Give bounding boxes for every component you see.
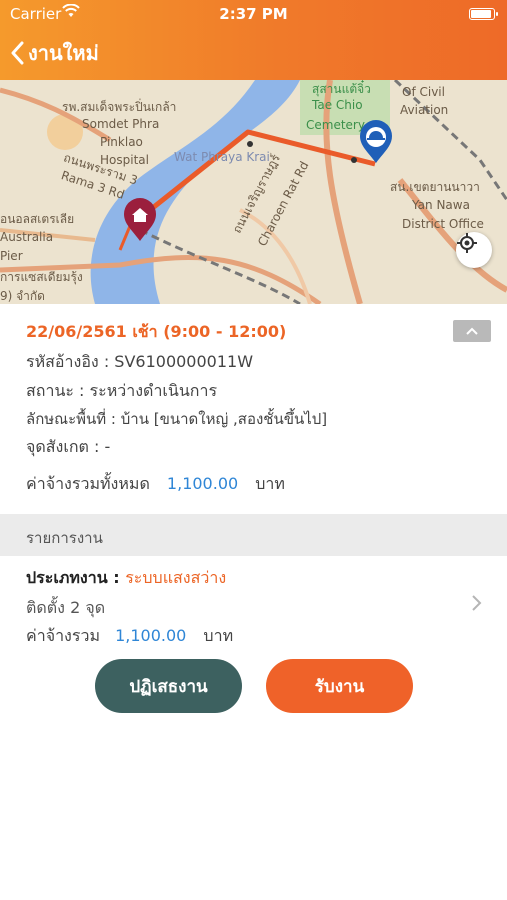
area-label: ลักษณะพื้นที่ :	[26, 410, 121, 428]
total-row: ค่าจ้างรวมทั้งหมด 1,100.00 บาท	[26, 472, 285, 497]
job-date: 22/06/2561 เช้า (9:00 - 12:00)	[26, 322, 287, 341]
chevron-up-icon	[466, 327, 478, 335]
ref-value: SV6100000011W	[114, 352, 254, 371]
job-type-value: ระบบแสงสว่าง	[125, 568, 227, 587]
list-item[interactable]: ประเภทงาน : ระบบแสงสว่าง ติดตั้ง 2 จุด ค…	[0, 556, 507, 650]
status-label: สถานะ :	[26, 381, 90, 400]
area-value: บ้าน [ขนาดใหญ่ ,สองชั้นขึ้นไป]	[120, 410, 328, 428]
map-label: Tae Chio	[312, 98, 363, 112]
area-row: ลักษณะพื้นที่ : บ้าน [ขนาดใหญ่ ,สองชั้นข…	[26, 407, 327, 431]
job-install: ติดตั้ง 2 จุด	[26, 598, 106, 617]
battery-icon	[469, 8, 498, 20]
map-label: Cemetery	[306, 118, 365, 132]
reject-button[interactable]: ปฏิเสธงาน	[95, 659, 242, 713]
map-label: Pier	[0, 249, 23, 263]
accept-button[interactable]: รับงาน	[266, 659, 413, 713]
back-button[interactable]: งานใหม่	[10, 36, 99, 70]
section-title: รายการงาน	[26, 529, 103, 547]
map-label: Wat Phraya Krai	[174, 150, 270, 164]
total-label: ค่าจ้างรวมทั้งหมด	[26, 474, 150, 493]
job-fee-row: ค่าจ้างรวม 1,100.00 บาท	[26, 624, 233, 649]
total-currency: บาท	[255, 474, 285, 493]
collapse-button[interactable]	[453, 320, 491, 342]
job-type-label: ประเภทงาน :	[26, 568, 126, 587]
map-label: Yan Nawa	[412, 198, 470, 212]
job-fee-value: 1,100.00	[115, 626, 187, 645]
job-type: ประเภทงาน : ระบบแสงสว่าง	[26, 566, 226, 591]
map-label: Somdet Phra	[82, 117, 160, 131]
ref-row: รหัสอ้างอิง : SV6100000011W	[26, 350, 253, 375]
map-label: 9) จำกัด	[0, 289, 45, 303]
map-label: รพ.สมเด็จพระปิ่นเกล้า	[62, 100, 177, 114]
status-value: ระหว่างดำเนินการ	[89, 381, 218, 400]
chevron-right-icon	[472, 595, 482, 611]
job-list-header: รายการงาน	[0, 514, 507, 556]
map-label: สุสานแต้จิ๋ว	[312, 82, 371, 96]
nav-bar: งานใหม่	[0, 30, 507, 76]
ref-label: รหัสอ้างอิง :	[26, 352, 115, 371]
map-label: Aviation	[400, 103, 449, 117]
app-header: Carrier 2:37 PM งานใหม่	[0, 0, 507, 80]
map-label: Australia	[0, 230, 54, 244]
status-time: 2:37 PM	[219, 5, 288, 23]
crosshair-icon	[457, 233, 477, 253]
total-value: 1,100.00	[166, 474, 239, 493]
job-fee-label: ค่าจ้างรวม	[26, 626, 100, 645]
home-pin-icon[interactable]	[122, 198, 158, 242]
landmark-label: จุดสังเกต :	[26, 437, 105, 456]
chevron-left-icon	[11, 41, 24, 65]
page-title: งานใหม่	[28, 41, 99, 65]
map-label: สน.เขตยานนาวา	[390, 180, 480, 194]
status-bar: Carrier 2:37 PM	[0, 0, 507, 28]
job-fee-currency: บาท	[203, 626, 234, 645]
worker-helmet-pin-icon[interactable]	[358, 120, 394, 164]
landmark-row: จุดสังเกต : -	[26, 435, 110, 460]
map-label: Pinklao	[100, 135, 143, 149]
map-label: District Office	[402, 217, 484, 231]
landmark-value: -	[104, 437, 111, 456]
map-label: อนอลสเตรเลีย	[0, 212, 75, 226]
map-view[interactable]: รพ.สมเด็จพระปิ่นเกล้า Somdet Phra Pinkla…	[0, 80, 507, 304]
map-label: การแซสเดียมรุ้ง	[0, 270, 83, 284]
job-detail-panel: 22/06/2561 เช้า (9:00 - 12:00) รหัสอ้างอ…	[0, 304, 507, 514]
locate-button[interactable]	[456, 232, 492, 268]
status-row: สถานะ : ระหว่างดำเนินการ	[26, 379, 217, 404]
map-label: Of Civil	[402, 85, 445, 99]
